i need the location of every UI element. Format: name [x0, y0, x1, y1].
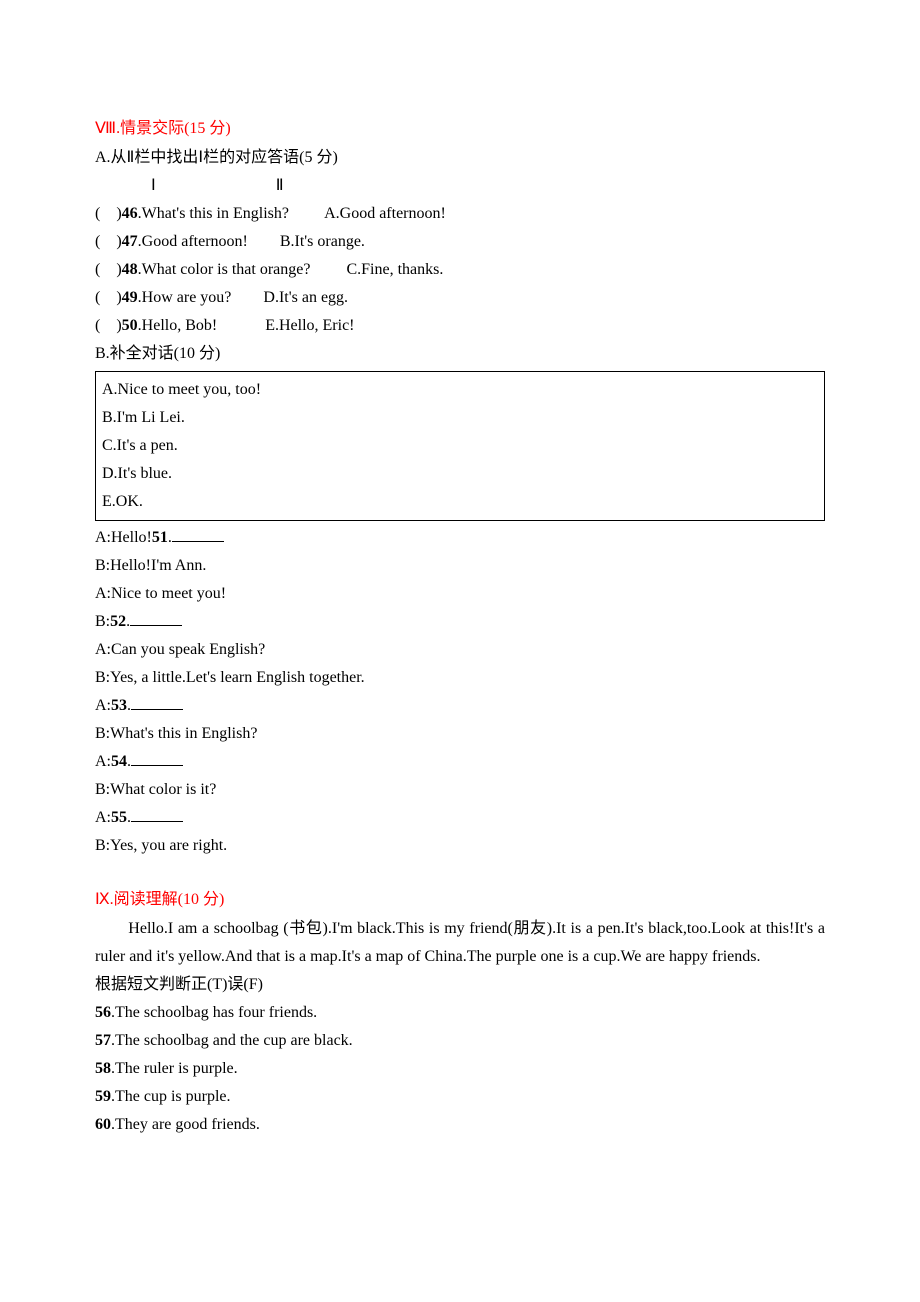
blank-52[interactable]	[130, 610, 182, 626]
q47-row: ( )47.Good afternoon! B.It's orange.	[95, 228, 825, 256]
q49-num: 49	[122, 289, 138, 306]
dialog-line-4: B:52.	[95, 608, 825, 636]
dialog-line-3: A:Nice to meet you!	[95, 580, 825, 608]
q46-answer: A.Good afternoon!	[324, 205, 446, 222]
q60-num: 60	[95, 1116, 111, 1133]
q56-num: 56	[95, 1004, 111, 1021]
q48-num: 48	[122, 261, 138, 278]
blank-53[interactable]	[131, 694, 183, 710]
q60-text: They are good friends.	[115, 1116, 260, 1133]
q49-row: ( )49.How are you? D.It's an egg.	[95, 284, 825, 312]
q59-num: 59	[95, 1088, 111, 1105]
answer-options-box: A.Nice to meet you, too! B.I'm Li Lei. C…	[95, 371, 825, 521]
q50-num: 50	[122, 317, 138, 334]
q56-row: 56.The schoolbag has four friends.	[95, 999, 825, 1027]
q47-answer: B.It's orange.	[280, 233, 365, 250]
d4-prefix: B:	[95, 613, 110, 630]
q59-text: The cup is purple.	[115, 1088, 231, 1105]
d4-num: 52	[110, 613, 126, 630]
q50-row: ( )50.Hello, Bob! E.Hello, Eric!	[95, 312, 825, 340]
q49-text: How are you?	[142, 289, 232, 306]
q57-row: 57.The schoolbag and the cup are black.	[95, 1027, 825, 1055]
blank-54[interactable]	[131, 750, 183, 766]
blank-55[interactable]	[131, 806, 183, 822]
q57-text: The schoolbag and the cup are black.	[115, 1032, 353, 1049]
q46-row: ( )46.What's this in English? A.Good aft…	[95, 200, 825, 228]
dialog-line-5: A:Can you speak English?	[95, 636, 825, 664]
dialog-line-6: B:Yes, a little.Let's learn English toge…	[95, 664, 825, 692]
d1-num: 51	[152, 529, 168, 546]
box-option-d: D.It's blue.	[102, 460, 818, 488]
part-b-instruction: B.补全对话(10 分)	[95, 340, 825, 368]
q48-answer: C.Fine, thanks.	[346, 261, 443, 278]
q58-num: 58	[95, 1060, 111, 1077]
d7-prefix: A:	[95, 697, 111, 714]
q50-answer: E.Hello, Eric!	[265, 317, 354, 334]
q57-num: 57	[95, 1032, 111, 1049]
q60-row: 60.They are good friends.	[95, 1111, 825, 1139]
d9-num: 54	[111, 753, 127, 770]
passage-text: Hello.I am a schoolbag (书包).I'm black.Th…	[95, 920, 825, 965]
q50-text: Hello, Bob!	[142, 317, 218, 334]
col-ii-label: Ⅱ	[276, 177, 284, 194]
box-option-b: B.I'm Li Lei.	[102, 404, 818, 432]
box-option-e: E.OK.	[102, 488, 818, 516]
dialog-line-10: B:What color is it?	[95, 776, 825, 804]
dialog-line-1: A:Hello!51.	[95, 524, 825, 552]
q46-num: 46	[122, 205, 138, 222]
dialog-line-12: B:Yes, you are right.	[95, 832, 825, 860]
reading-passage: Hello.I am a schoolbag (书包).I'm black.Th…	[95, 915, 825, 971]
q56-text: The schoolbag has four friends.	[115, 1004, 317, 1021]
q47-num: 47	[122, 233, 138, 250]
d11-prefix: A:	[95, 809, 111, 826]
q47-text: Good afternoon!	[142, 233, 248, 250]
q59-row: 59.The cup is purple.	[95, 1083, 825, 1111]
blank-51[interactable]	[172, 526, 224, 542]
column-headers: Ⅰ Ⅱ	[95, 172, 825, 200]
tf-instruction: 根据短文判断正(T)误(F)	[95, 971, 825, 999]
q48-row: ( )48.What color is that orange? C.Fine,…	[95, 256, 825, 284]
part-a-instruction: A.从Ⅱ栏中找出Ⅰ栏的对应答语(5 分)	[95, 144, 825, 172]
q46-text: What's this in English?	[142, 205, 289, 222]
dialog-line-7: A:53.	[95, 692, 825, 720]
dialog-line-9: A:54.	[95, 748, 825, 776]
d11-num: 55	[111, 809, 127, 826]
dialog-line-8: B:What's this in English?	[95, 720, 825, 748]
section-8-title: Ⅷ.情景交际(15 分)	[95, 115, 825, 143]
d9-prefix: A:	[95, 753, 111, 770]
dialog-line-11: A:55.	[95, 804, 825, 832]
dialog-line-2: B:Hello!I'm Ann.	[95, 552, 825, 580]
d1-prefix: A:Hello!	[95, 529, 152, 546]
box-option-c: C.It's a pen.	[102, 432, 818, 460]
box-option-a: A.Nice to meet you, too!	[102, 376, 818, 404]
section-9-title: Ⅸ.阅读理解(10 分)	[95, 886, 825, 914]
q48-text: What color is that orange?	[142, 261, 311, 278]
q49-answer: D.It's an egg.	[263, 289, 348, 306]
d7-num: 53	[111, 697, 127, 714]
col-i-label: Ⅰ	[151, 177, 156, 194]
q58-row: 58.The ruler is purple.	[95, 1055, 825, 1083]
q58-text: The ruler is purple.	[115, 1060, 238, 1077]
